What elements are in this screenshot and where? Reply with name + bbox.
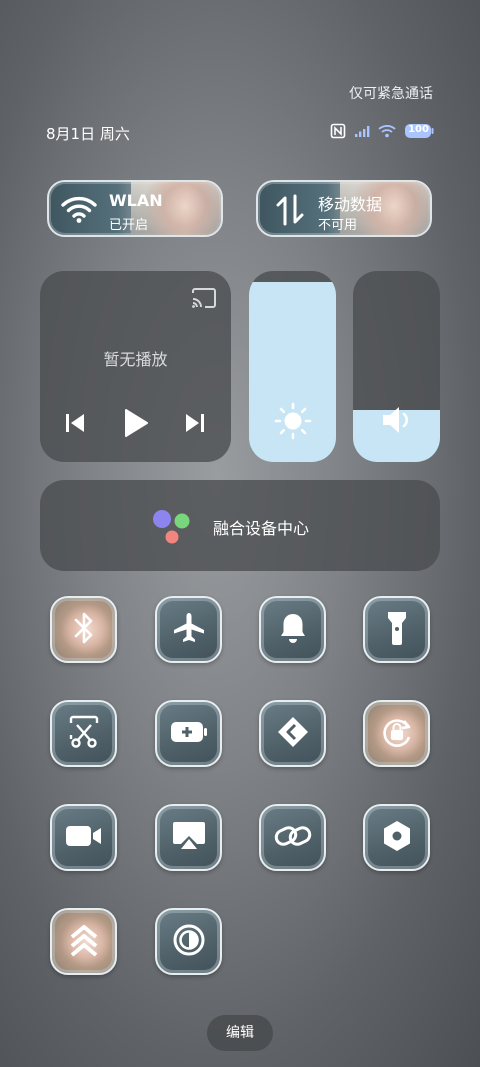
airplane-icon	[172, 611, 206, 649]
speaker-icon	[353, 404, 440, 440]
screen-record-toggle[interactable]	[50, 804, 117, 871]
wifi-icon	[61, 194, 97, 228]
battery-level-text: 100	[408, 124, 429, 135]
video-icon	[65, 824, 103, 852]
scissors-icon	[68, 715, 100, 753]
screenshot-toggle[interactable]	[50, 700, 117, 767]
wlan-status: 已开启	[109, 218, 149, 233]
mobile-data-status: 不可用	[318, 218, 358, 233]
play-icon[interactable]	[122, 407, 150, 443]
screencast-icon	[171, 820, 207, 856]
contrast-icon	[172, 923, 206, 961]
rotation-lock-toggle[interactable]	[363, 700, 430, 767]
rotation-lock-icon	[380, 715, 414, 753]
device-hub-card[interactable]: 融合设备中心	[40, 480, 440, 571]
bluetooth-toggle[interactable]	[50, 596, 117, 663]
battery-plus-icon	[170, 721, 208, 747]
battery-icon: 100	[404, 122, 434, 140]
hex-settings-icon	[381, 819, 413, 857]
next-icon[interactable]	[184, 411, 206, 439]
share-icon	[276, 715, 310, 753]
battery-saver-toggle[interactable]	[155, 700, 222, 767]
settings-toggle[interactable]	[363, 804, 430, 871]
volume-slider[interactable]	[353, 271, 440, 462]
screen-cast-toggle[interactable]	[155, 804, 222, 871]
wlan-title: WLAN	[109, 191, 163, 210]
mobile-data-title: 移动数据	[318, 195, 383, 214]
wlan-card[interactable]: WLAN 已开启	[47, 180, 223, 237]
link-toggle[interactable]	[259, 804, 326, 871]
ring-mode-toggle[interactable]	[259, 596, 326, 663]
flashlight-toggle[interactable]	[363, 596, 430, 663]
dark-mode-toggle[interactable]	[155, 908, 222, 975]
flashlight-icon	[385, 610, 409, 650]
bell-icon	[278, 611, 308, 649]
airplane-mode-toggle[interactable]	[155, 596, 222, 663]
bluetooth-icon	[72, 611, 96, 649]
media-player: 暂无播放	[40, 271, 231, 462]
sun-icon	[249, 401, 336, 445]
previous-icon[interactable]	[64, 411, 86, 439]
chevrons-up-icon	[69, 923, 99, 961]
device-hub-icon	[150, 508, 194, 550]
brightness-slider[interactable]	[249, 271, 336, 462]
wifi-icon	[378, 124, 396, 138]
boost-toggle[interactable]	[50, 908, 117, 975]
signal-icon	[354, 124, 370, 138]
cast-icon[interactable]	[191, 287, 217, 313]
device-hub-label: 融合设备中心	[213, 519, 310, 538]
mobile-data-card[interactable]: 移动数据 不可用	[256, 180, 432, 237]
no-playback-text: 暂无播放	[103, 350, 168, 369]
nfc-icon	[330, 123, 346, 139]
edit-button[interactable]: 编辑	[207, 1015, 273, 1051]
status-icons: 100	[330, 122, 434, 140]
link-icon	[274, 821, 312, 855]
emergency-call-text: 仅可紧急通话	[349, 86, 433, 102]
share-toggle[interactable]	[259, 700, 326, 767]
date-text: 8月1日 周六	[46, 125, 130, 143]
data-transfer-icon	[276, 194, 304, 230]
